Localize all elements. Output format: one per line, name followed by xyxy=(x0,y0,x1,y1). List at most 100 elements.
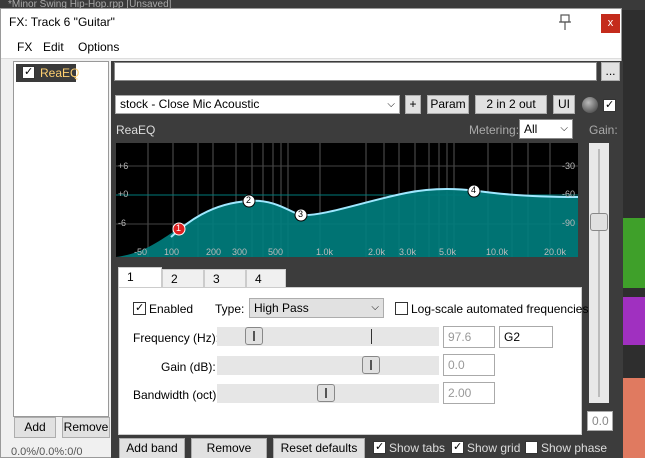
show-grid-label: Show grid xyxy=(467,441,521,455)
eq-node-1-label: 1 xyxy=(176,223,182,233)
gain-slider[interactable] xyxy=(217,356,439,375)
fx-chain-list[interactable]: ReaEQ xyxy=(13,61,109,417)
eq-node-2-label: 2 xyxy=(246,195,252,205)
freq-label: 3.0k xyxy=(399,247,417,257)
freq-label: 200 xyxy=(206,247,222,257)
remove-band-button[interactable]: Remove band xyxy=(191,438,267,458)
band-type-dropdown[interactable]: High Pass ⌵ xyxy=(249,298,384,318)
freq-label: 2.0k xyxy=(368,247,386,257)
preset-value: stock - Close Mic Acoustic xyxy=(120,97,260,111)
chevron-down-icon: ⌵ xyxy=(387,99,395,110)
add-band-button[interactable]: Add band xyxy=(119,438,185,458)
tab-band-1[interactable]: 1 xyxy=(118,267,162,288)
bandwidth-thumb[interactable] xyxy=(317,384,335,402)
bandwidth-label: Bandwidth (oct): xyxy=(133,388,220,402)
menu-bar: FX Edit Options xyxy=(1,37,621,59)
metering-value: All xyxy=(524,122,538,136)
slider-center-mark xyxy=(371,329,372,344)
metering-label: Metering: xyxy=(469,123,520,137)
band-enabled-checkbox[interactable] xyxy=(133,301,146,315)
log-scale-checkbox[interactable] xyxy=(395,302,408,315)
eq-graph[interactable]: 1 2 3 4 +6 +0 -6 -50 -30 -60 -90 100 200… xyxy=(116,143,578,257)
gain-thumb[interactable] xyxy=(362,356,380,374)
eq-node-4-label: 4 xyxy=(471,185,477,195)
more-button[interactable]: ... xyxy=(601,62,620,81)
type-label: Type: xyxy=(215,302,245,316)
band-enabled-label: Enabled xyxy=(149,302,194,316)
db-label-right: -30 xyxy=(562,161,576,171)
chevron-down-icon: ⌵ xyxy=(560,123,568,134)
tab-band-4[interactable]: 4 xyxy=(246,269,286,288)
routing-button[interactable]: 2 in 2 out xyxy=(475,95,547,114)
frequency-value[interactable]: 97.6 xyxy=(443,326,495,348)
log-scale-label: Log-scale automated frequencies xyxy=(411,302,589,316)
menu-fx[interactable]: FX xyxy=(17,40,32,54)
freq-label: 100 xyxy=(164,247,180,257)
freq-label: 10.0k xyxy=(486,247,509,257)
plugin-panel: ... stock - Close Mic Acoustic ⌵ + Param… xyxy=(111,61,623,458)
param-button[interactable]: Param xyxy=(427,95,469,114)
output-gain-value[interactable]: 0.0 xyxy=(587,411,613,431)
plugin-top-field[interactable] xyxy=(114,62,597,81)
show-phase-label: Show phase xyxy=(541,441,608,455)
remove-fx-button[interactable]: Remove xyxy=(62,417,110,438)
menu-edit[interactable]: Edit xyxy=(43,40,64,54)
bandwidth-value[interactable]: 2.00 xyxy=(443,382,495,404)
frequency-label: Frequency (Hz): xyxy=(133,331,220,345)
frequency-slider[interactable] xyxy=(217,327,439,346)
eq-graph-svg[interactable] xyxy=(116,143,578,257)
wet-knob[interactable] xyxy=(582,97,598,113)
show-tabs-label: Show tabs xyxy=(389,441,446,455)
fx-window: FX: Track 6 "Guitar" x FX Edit Options R… xyxy=(0,8,623,458)
freq-label: 300 xyxy=(232,247,248,257)
close-button[interactable]: x xyxy=(601,14,620,33)
ui-button[interactable]: UI xyxy=(553,95,575,114)
pin-icon[interactable] xyxy=(557,13,573,33)
window-title: FX: Track 6 "Guitar" xyxy=(9,15,115,29)
title-bar: FX: Track 6 "Guitar" x xyxy=(1,9,621,37)
db-label-right: -60 xyxy=(562,189,576,199)
db-label: -50 xyxy=(134,247,148,257)
bandwidth-slider[interactable] xyxy=(217,384,439,403)
show-phase-checkbox[interactable] xyxy=(525,441,538,454)
freq-label: 1.0k xyxy=(316,247,334,257)
menu-options[interactable]: Options xyxy=(78,40,119,54)
freq-label: 20.0k xyxy=(544,247,567,257)
show-tabs-checkbox[interactable] xyxy=(373,440,386,454)
chevron-down-icon: ⌵ xyxy=(371,302,379,313)
gain-db-label: Gain (dB): xyxy=(161,360,216,374)
fx-item-label: ReaEQ xyxy=(40,66,80,80)
band-type-value: High Pass xyxy=(254,301,309,315)
gain-value[interactable]: 0.0 xyxy=(443,354,495,376)
fx-item-reaeq[interactable]: ReaEQ xyxy=(16,64,80,82)
db-label: -6 xyxy=(118,218,127,228)
cpu-status: 0.0%/0.0%:0/0 xyxy=(11,446,83,458)
slider-track xyxy=(598,149,600,397)
daw-track-clip xyxy=(622,218,645,288)
fx-enable-checkbox[interactable] xyxy=(22,65,35,79)
daw-track-clip xyxy=(622,378,645,458)
db-label: +6 xyxy=(118,161,129,171)
preset-dropdown[interactable]: stock - Close Mic Acoustic ⌵ xyxy=(115,95,400,114)
output-gain-slider[interactable] xyxy=(589,143,609,403)
gain-label: Gain: xyxy=(589,123,618,137)
add-preset-button[interactable]: + xyxy=(405,95,421,114)
tab-band-2[interactable]: 2 xyxy=(162,269,204,288)
show-grid-checkbox[interactable] xyxy=(451,440,464,454)
reset-defaults-button[interactable]: Reset defaults xyxy=(273,438,365,458)
bypass-checkbox[interactable] xyxy=(603,98,616,112)
metering-dropdown[interactable]: All ⌵ xyxy=(519,119,573,139)
freq-label: 5.0k xyxy=(439,247,457,257)
plugin-name: ReaEQ xyxy=(116,123,156,137)
frequency-thumb[interactable] xyxy=(245,327,263,345)
eq-node-3-label: 3 xyxy=(298,209,304,219)
db-label-right: -90 xyxy=(562,218,576,228)
db-label: +0 xyxy=(118,189,129,199)
add-fx-button[interactable]: Add xyxy=(14,417,56,438)
output-gain-thumb[interactable] xyxy=(590,213,608,231)
note-value[interactable]: G2 xyxy=(499,326,553,348)
band-panel: Enabled Type: High Pass ⌵ Log-scale auto… xyxy=(118,287,588,435)
daw-track-clip xyxy=(622,297,645,345)
tab-band-3[interactable]: 3 xyxy=(204,269,246,288)
freq-label: 500 xyxy=(268,247,284,257)
